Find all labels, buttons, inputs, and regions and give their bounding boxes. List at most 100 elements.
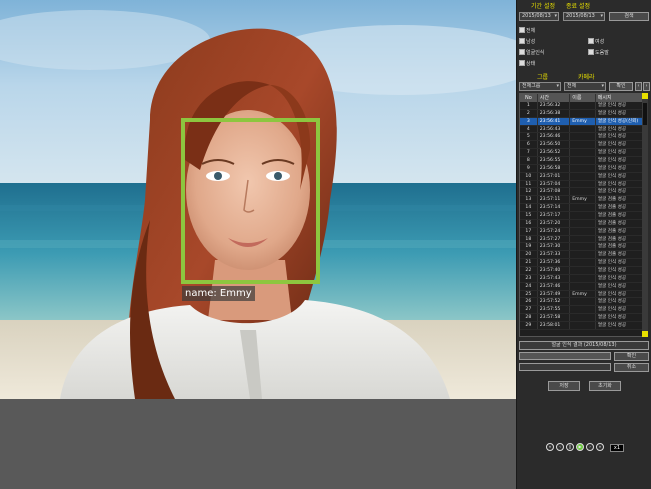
column-header[interactable]: 시간	[538, 94, 571, 102]
table-cell: 얼굴 인식 성공	[597, 299, 627, 305]
table-row[interactable]: 26 23:57:52 얼굴 인식 성공	[520, 298, 646, 307]
table-cell: 15	[520, 212, 538, 219]
table-cell	[570, 267, 596, 274]
table-row[interactable]: 19 23:57:30 얼굴 검출 성공	[520, 243, 646, 252]
play-icon: ▶	[578, 444, 582, 449]
end-date-value: 2015/08/13	[566, 13, 595, 19]
start-date-label: 기간 설정	[531, 3, 555, 10]
save-button[interactable]: 저장	[548, 381, 580, 391]
scroll-up-icon[interactable]	[642, 93, 648, 99]
column-header[interactable]: 이름	[570, 94, 596, 102]
scroll-thumb[interactable]	[643, 103, 647, 125]
table-cell	[570, 204, 596, 212]
camera-select[interactable]: 전체 ▾	[564, 82, 606, 91]
checkbox-female[interactable]: 여성	[588, 38, 604, 46]
table-row[interactable]: 13 23:57:11 Emmy 얼굴 검출 성공	[520, 196, 646, 205]
message-field	[519, 363, 611, 371]
chevron-right-icon: ›	[645, 83, 648, 89]
next-button[interactable]: ›	[643, 82, 650, 91]
table-cell: 얼굴 검출 성공	[597, 244, 627, 250]
table-cell	[570, 149, 596, 157]
checkbox-label: 상태	[526, 61, 536, 67]
table-cell: 23:57:52	[538, 298, 571, 306]
table-cell: 23:57:11	[538, 196, 571, 204]
cancel-button[interactable]: 취소	[614, 363, 649, 372]
step-forward-button[interactable]: ›	[586, 443, 594, 451]
table-row[interactable]: 2 23:56:38 얼굴 인식 성공	[520, 109, 646, 118]
search-button[interactable]: 검색	[609, 12, 649, 21]
checkbox-status[interactable]: 상태	[519, 60, 535, 68]
pause-button[interactable]: ‖	[566, 443, 574, 451]
table-row[interactable]: 24 23:57:46 얼굴 인식 성공	[520, 282, 646, 291]
table-row[interactable]: 9 23:56:58 얼굴 인식 성공	[520, 164, 646, 173]
table-scrollbar[interactable]	[642, 93, 648, 337]
rewind-icon: «	[548, 444, 552, 449]
table-row[interactable]: 25 23:57:49 Emmy 얼굴 인식 성공	[520, 290, 646, 299]
table-row[interactable]: 3 23:56:41 Emmy 얼굴 인식 성공(신뢰)	[520, 117, 646, 126]
table-row[interactable]: 5 23:56:46 얼굴 인식 성공	[520, 133, 646, 142]
table-row[interactable]: 11 23:57:04 얼굴 인식 성공	[520, 180, 646, 189]
table-row[interactable]: 21 23:57:36 얼굴 인식 성공	[520, 259, 646, 268]
checkbox-male[interactable]: 남성	[519, 38, 535, 46]
table-row[interactable]: 22 23:57:40 얼굴 인식 성공	[520, 267, 646, 275]
table-row[interactable]: 8 23:56:55 얼굴 인식 성공	[520, 157, 646, 165]
table-row[interactable]: 16 23:57:20 얼굴 검출 성공	[520, 219, 646, 228]
checkbox-face-recognition[interactable]: 얼굴인식	[519, 49, 544, 57]
table-row[interactable]: 14 23:57:14 얼굴 검출 성공	[520, 204, 646, 213]
checkbox-label: 도움말	[595, 50, 609, 56]
table-row[interactable]: 1 23:56:32 얼굴 인식 성공	[520, 102, 646, 110]
column-header[interactable]: 메시지	[596, 94, 646, 102]
table-cell	[570, 102, 596, 109]
table-cell: 23	[520, 274, 538, 282]
table-cell: 얼굴 검출 성공	[597, 220, 627, 226]
fast-forward-button[interactable]: »	[596, 443, 604, 451]
table-row[interactable]: 28 23:57:58 얼굴 인식 성공	[520, 314, 646, 323]
checkbox-help[interactable]: 도움말	[588, 49, 609, 57]
table-cell: 얼굴 인식 성공(신뢰)	[597, 118, 639, 124]
table-cell: 23:57:20	[538, 219, 571, 227]
fast-forward-icon: »	[598, 444, 602, 449]
table-row[interactable]: 17 23:57:24 얼굴 검출 성공	[520, 227, 646, 236]
table-row[interactable]: 15 23:57:17 얼굴 검출 성공	[520, 212, 646, 220]
start-date-select[interactable]: 2015/08/13 ▾	[519, 12, 559, 21]
table-cell	[570, 141, 596, 149]
prev-button[interactable]: ‹	[635, 82, 642, 91]
table-cell: 23:56:55	[538, 157, 571, 164]
table-row[interactable]: 12 23:57:08 얼굴 인식 성공	[520, 188, 646, 197]
table-cell: 3	[520, 117, 538, 125]
table-row[interactable]: 7 23:56:52 얼굴 인식 성공	[520, 149, 646, 158]
table-row[interactable]: 23 23:57:43 얼굴 인식 성공	[520, 274, 646, 283]
end-date-select[interactable]: 2015/08/13 ▾	[563, 12, 605, 21]
group-select[interactable]: 전체그룹 ▾	[519, 82, 561, 91]
checkbox-all[interactable]: 전체	[519, 27, 535, 35]
table-row[interactable]: 20 23:57:33 얼굴 검출 성공	[520, 251, 646, 260]
scroll-down-icon[interactable]	[642, 331, 648, 337]
table-cell: 14	[520, 204, 538, 212]
step-back-icon: ‹	[559, 444, 561, 449]
table-cell: 얼굴 인식 성공	[597, 158, 627, 164]
status-bar: 얼굴 인식 결과 (2015/08/13)	[519, 341, 649, 350]
step-back-button[interactable]: ‹	[556, 443, 564, 451]
table-row[interactable]: 27 23:57:55 얼굴 인식 성공	[520, 306, 646, 315]
table-cell: 27	[520, 306, 538, 314]
table-row[interactable]: 4 23:56:43 얼굴 인식 성공	[520, 125, 646, 134]
table-row[interactable]: 18 23:57:27 얼굴 검출 성공	[520, 235, 646, 244]
table-cell	[570, 306, 596, 314]
reset-button[interactable]: 초기화	[589, 381, 621, 391]
apply-button[interactable]: 확인	[609, 82, 633, 91]
column-header[interactable]: No	[520, 94, 538, 102]
table-cell: 얼굴 검출 성공	[597, 197, 627, 203]
table-cell	[570, 188, 596, 196]
table-cell: 22	[520, 267, 538, 274]
table-cell: 얼굴 인식 성공	[597, 323, 627, 329]
progress-bar[interactable]	[519, 352, 611, 360]
table-row[interactable]: 29 23:58:01 얼굴 인식 성공	[520, 322, 646, 330]
chevron-down-icon: ▾	[556, 83, 559, 89]
rewind-button[interactable]: «	[546, 443, 554, 451]
table-row[interactable]: 10 23:57:01 얼굴 인식 성공	[520, 172, 646, 181]
ok-button[interactable]: 확인	[614, 352, 649, 361]
play-button[interactable]: ▶	[576, 443, 584, 451]
table-row[interactable]: 6 23:56:50 얼굴 인식 성공	[520, 141, 646, 150]
table-cell: 23:57:40	[538, 267, 571, 274]
table-cell: Emmy	[570, 196, 596, 204]
